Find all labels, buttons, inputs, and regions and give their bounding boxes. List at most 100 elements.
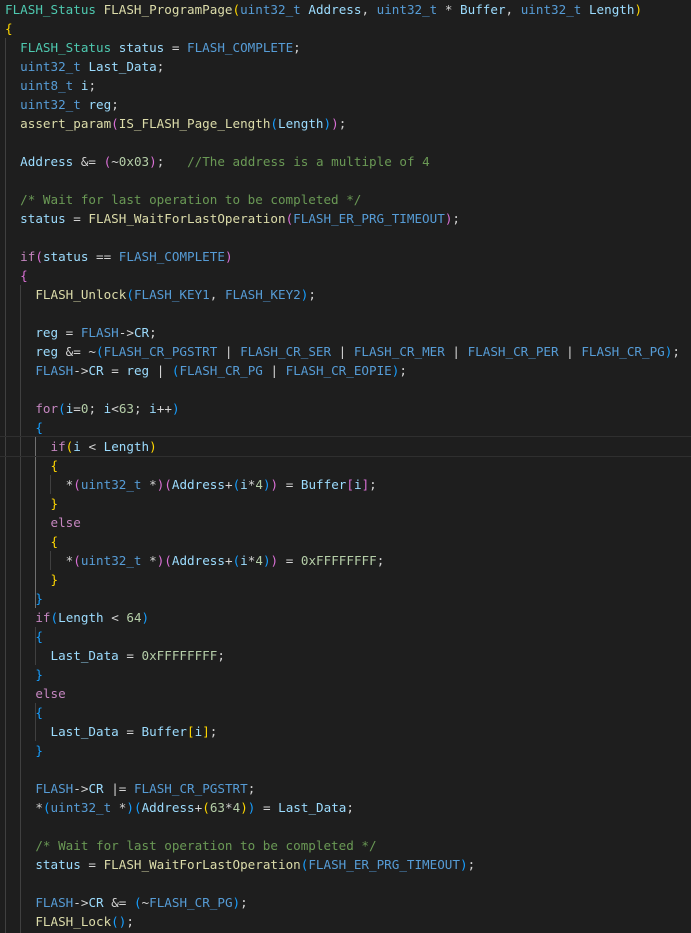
code-token: { <box>20 268 28 283</box>
code-token: ; <box>293 40 301 55</box>
code-token: FLASH_CR_PGSTRT <box>133 781 248 796</box>
code-token: = <box>58 325 81 340</box>
code-token: uint32_t <box>50 800 112 815</box>
code-line[interactable]: reg = FLASH->CR; <box>5 323 691 342</box>
code-token: 63 <box>118 401 134 416</box>
code-token: ; <box>88 78 97 93</box>
code-token: < <box>80 439 104 454</box>
code-token: = <box>80 857 104 872</box>
code-token: { <box>35 629 43 644</box>
code-token: ( <box>35 249 43 264</box>
code-line[interactable] <box>5 304 691 323</box>
code-token: &= ~ <box>58 344 97 359</box>
code-line[interactable] <box>5 817 691 836</box>
code-line[interactable]: if(Length < 64) <box>5 608 691 627</box>
code-token: status <box>35 857 81 872</box>
code-token: ) <box>232 895 241 910</box>
code-token: reg <box>35 344 59 359</box>
code-line[interactable]: FLASH_Lock(); <box>5 912 691 931</box>
code-line[interactable]: else <box>5 513 691 532</box>
code-line[interactable] <box>5 380 691 399</box>
code-token: ; <box>452 211 460 226</box>
code-line[interactable]: Last_Data = Buffer[i]; <box>5 722 691 741</box>
code-token: reg <box>35 325 59 340</box>
code-token: = <box>278 477 301 492</box>
code-line[interactable]: } <box>5 589 691 608</box>
code-token: i <box>73 439 81 454</box>
code-token: ; <box>672 344 680 359</box>
code-line[interactable]: *(uint32_t *)(Address+(i*4)) = 0xFFFFFFF… <box>5 551 691 570</box>
code-line[interactable]: { <box>5 266 691 285</box>
code-token: Buffer <box>460 2 506 17</box>
code-token: ( <box>202 800 210 815</box>
code-token: ( <box>126 287 134 302</box>
code-line[interactable]: Last_Data = 0xFFFFFFFF; <box>5 646 691 665</box>
code-line[interactable]: FLASH->CR = reg | (FLASH_CR_PG | FLASH_C… <box>5 361 691 380</box>
code-token: Length <box>103 439 150 454</box>
code-line[interactable]: FLASH_Unlock(FLASH_KEY1, FLASH_KEY2); <box>5 285 691 304</box>
code-line[interactable]: { <box>5 456 691 475</box>
code-line[interactable]: status = FLASH_WaitForLastOperation(FLAS… <box>5 855 691 874</box>
code-line[interactable]: { <box>5 418 691 437</box>
code-line[interactable]: uint32_t Last_Data; <box>5 57 691 76</box>
code-line[interactable] <box>5 228 691 247</box>
code-line[interactable]: if(i < Length) <box>0 436 691 457</box>
code-line[interactable]: /* Wait for last operation to be complet… <box>5 836 691 855</box>
code-line[interactable]: else <box>5 684 691 703</box>
code-token: uint32_t <box>376 2 438 17</box>
code-token: IS_FLASH_Page_Length <box>118 116 271 131</box>
code-token: FLASH_CR_PG <box>581 344 665 359</box>
code-line[interactable]: FLASH->CR |= FLASH_CR_PGSTRT; <box>5 779 691 798</box>
code-line[interactable]: } <box>5 665 691 684</box>
code-token: = <box>278 553 301 568</box>
code-token: ( <box>164 553 172 568</box>
code-token: = <box>65 211 89 226</box>
code-line[interactable]: uint8_t i; <box>5 76 691 95</box>
code-token: status <box>42 249 89 264</box>
code-line[interactable]: if(status == FLASH_COMPLETE) <box>5 247 691 266</box>
code-line[interactable]: { <box>5 532 691 551</box>
code-line[interactable] <box>5 171 691 190</box>
code-line[interactable]: FLASH_Status FLASH_ProgramPage(uint32_t … <box>5 0 691 19</box>
code-line[interactable]: reg &= ~(FLASH_CR_PGSTRT | FLASH_CR_SER … <box>5 342 691 361</box>
code-line[interactable] <box>5 760 691 779</box>
code-token: | <box>558 344 582 359</box>
code-token: 4 <box>255 553 263 568</box>
code-line[interactable]: } <box>5 741 691 760</box>
code-token: , <box>361 2 377 17</box>
code-line[interactable]: { <box>5 703 691 722</box>
code-line[interactable]: *(uint32_t *)(Address+(63*4)) = Last_Dat… <box>5 798 691 817</box>
code-token: ( <box>58 401 66 416</box>
code-token: Last_Data <box>278 800 347 815</box>
code-line[interactable]: FLASH->CR &= (~FLASH_CR_PG); <box>5 893 691 912</box>
code-line[interactable]: status = FLASH_WaitForLastOperation(FLAS… <box>5 209 691 228</box>
code-line[interactable]: /* Wait for last operation to be complet… <box>5 190 691 209</box>
code-line[interactable]: Address &= (~0x03); //The address is a m… <box>5 152 691 171</box>
code-line[interactable]: for(i=0; i<63; i++) <box>5 399 691 418</box>
code-token: reg <box>88 97 112 112</box>
code-line[interactable]: { <box>5 19 691 38</box>
code-line[interactable] <box>5 133 691 152</box>
code-line[interactable]: } <box>5 494 691 513</box>
code-token: Length <box>58 610 104 625</box>
code-token: = <box>118 648 142 663</box>
code-token: == <box>88 249 119 264</box>
code-token: + <box>224 477 233 492</box>
code-line[interactable]: *(uint32_t *)(Address+(i*4)) = Buffer[i]… <box>5 475 691 494</box>
code-line[interactable]: assert_param(IS_FLASH_Page_Length(Length… <box>5 114 691 133</box>
code-editor[interactable]: FLASH_Status FLASH_ProgramPage(uint32_t … <box>0 0 691 933</box>
code-line[interactable]: } <box>5 570 691 589</box>
code-line[interactable] <box>5 874 691 893</box>
code-token: CR <box>88 781 104 796</box>
code-token: FLASH <box>35 781 74 796</box>
code-line[interactable]: FLASH_Status status = FLASH_COMPLETE; <box>5 38 691 57</box>
code-line[interactable]: uint32_t reg; <box>5 95 691 114</box>
code-line[interactable]: { <box>5 627 691 646</box>
code-token: if <box>35 610 51 625</box>
code-token: ; <box>126 914 134 929</box>
